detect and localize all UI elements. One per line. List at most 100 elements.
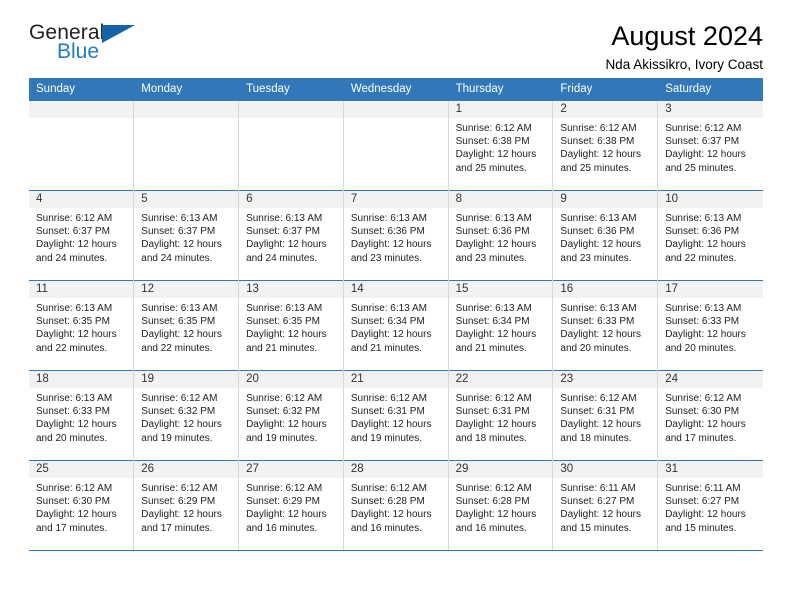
day-number: 26 [134, 461, 239, 478]
day-details: Sunrise: 6:13 AM Sunset: 6:36 PM Daylight:… [344, 208, 448, 265]
calendar-day-cell[interactable]: 25 Sunrise: 6:12 AM Sunset: 6:30 PM Dayligh… [29, 460, 135, 551]
sunrise-text: Sunrise: 6:12 AM [350, 393, 427, 404]
sunrise-text: Sunrise: 6:13 AM [665, 303, 742, 314]
calendar-day-cell[interactable]: 12 Sunrise: 6:13 AM Sunset: 6:35 PM Dayligh… [133, 280, 240, 371]
sunset-text: Sunset: 6:35 PM [141, 316, 216, 328]
calendar-day-cell[interactable]: 14 Sunrise: 6:13 AM Sunset: 6:34 PM Dayligh… [343, 280, 449, 371]
calendar-day-cell[interactable]: 17 Sunrise: 6:13 AM Sunset: 6:33 PM Dayligh… [657, 280, 763, 371]
calendar-day-cell[interactable]: 9 Sunrise: 6:13 AM Sunset: 6:36 PM Daylight… [552, 190, 659, 281]
day-details: Sunrise: 6:13 AM Sunset: 6:35 PM Daylight:… [134, 298, 238, 355]
calendar-day-cell[interactable]: 4 Sunrise: 6:12 AM Sunset: 6:37 PM Daylight… [29, 190, 135, 281]
sunset-text: Sunset: 6:31 PM [560, 406, 635, 418]
calendar-day-cell[interactable]: 30 Sunrise: 6:11 AM Sunset: 6:27 PM Dayligh… [552, 460, 659, 551]
calendar-day-cell[interactable]: 15 Sunrise: 6:13 AM Sunset: 6:34 PM Dayligh… [448, 280, 554, 371]
sunset-text: Sunset: 6:36 PM [665, 226, 740, 238]
calendar-day-cell[interactable]: 21 Sunrise: 6:12 AM Sunset: 6:31 PM Dayligh… [343, 370, 449, 461]
daylight-text: Daylight: 12 hours and 24 minutes. [36, 239, 117, 264]
day-number: 13 [239, 281, 343, 298]
calendar-day-cell[interactable]: 6 Sunrise: 6:13 AM Sunset: 6:37 PM Daylight… [238, 190, 344, 281]
sunrise-text: Sunrise: 6:12 AM [455, 483, 532, 494]
sunset-text: Sunset: 6:35 PM [246, 316, 320, 328]
daylight-text: Daylight: 12 hours and 15 minutes. [665, 509, 746, 534]
calendar-day-cell[interactable]: 22 Sunrise: 6:12 AM Sunset: 6:31 PM Dayligh… [448, 370, 554, 461]
calendar-day-cell[interactable]: 1 Sunrise: 6:12 AM Sunset: 6:38 PM Daylight… [448, 100, 554, 191]
day-number: 7 [343, 191, 448, 208]
calendar-day-cell[interactable]: 19 Sunrise: 6:12 AM Sunset: 6:32 PM Dayligh… [133, 370, 240, 461]
calendar-day-cell[interactable]: 3 Sunrise: 6:12 AM Sunset: 6:37 PM Daylight… [657, 100, 763, 191]
day-details: Sunrise: 6:12 AM Sunset: 6:32 PM Daylight:… [239, 388, 343, 445]
calendar-day-cell[interactable]: 28 Sunrise: 6:12 AM Sunset: 6:28 PM Dayligh… [343, 460, 449, 551]
calendar-day-cell[interactable]: 26 Sunrise: 6:12 AM Sunset: 6:29 PM Dayligh… [133, 460, 240, 551]
sunrise-text: Sunrise: 6:12 AM [560, 123, 637, 134]
sunset-text: Sunset: 6:30 PM [36, 496, 110, 508]
daylight-text: Daylight: 12 hours and 23 minutes. [560, 239, 642, 264]
daylight-text: Daylight: 12 hours and 17 minutes. [665, 419, 746, 444]
sunset-text: Sunset: 6:34 PM [350, 316, 425, 328]
day-details: Sunrise: 6:12 AM Sunset: 6:28 PM Daylight:… [344, 478, 448, 535]
daylight-text: Daylight: 12 hours and 22 minutes. [141, 329, 222, 354]
sunrise-text: Sunrise: 6:12 AM [36, 213, 113, 224]
daylight-text: Daylight: 12 hours and 22 minutes. [665, 239, 746, 264]
calendar-day-cell[interactable]: 31 Sunrise: 6:11 AM Sunset: 6:27 PM Dayligh… [657, 460, 763, 551]
day-details: Sunrise: 6:13 AM Sunset: 6:33 PM Daylight:… [29, 388, 133, 445]
day-number: 2 [553, 101, 658, 118]
calendar-day-cell[interactable]: 2 Sunrise: 6:12 AM Sunset: 6:38 PM Daylight… [552, 100, 659, 191]
sunrise-text: Sunrise: 6:13 AM [560, 213, 637, 224]
day-number [239, 101, 343, 118]
day-number: 27 [239, 461, 343, 478]
weekday-header-tuesday: Tuesday [238, 78, 344, 101]
day-details: Sunrise: 6:12 AM Sunset: 6:28 PM Daylight:… [449, 478, 553, 535]
daylight-text: Daylight: 12 hours and 19 minutes. [246, 419, 327, 444]
calendar-week-row: 1 Sunrise: 6:12 AM Sunset: 6:38 PM Daylight… [29, 100, 763, 191]
day-details: Sunrise: 6:12 AM Sunset: 6:37 PM Daylight:… [658, 118, 762, 175]
calendar-day-cell[interactable]: 16 Sunrise: 6:13 AM Sunset: 6:33 PM Dayligh… [552, 280, 659, 371]
daylight-text: Daylight: 12 hours and 19 minutes. [141, 419, 222, 444]
weekday-header-sunday: Sunday [29, 78, 135, 101]
sunset-text: Sunset: 6:29 PM [141, 496, 216, 508]
day-number: 14 [343, 281, 448, 298]
sunrise-text: Sunrise: 6:12 AM [246, 393, 323, 404]
sunset-text: Sunset: 6:28 PM [455, 496, 530, 508]
day-number: 9 [553, 191, 658, 208]
calendar-day-cell[interactable]: 10 Sunrise: 6:13 AM Sunset: 6:36 PM Dayligh… [657, 190, 763, 281]
daylight-text: Daylight: 12 hours and 16 minutes. [246, 509, 327, 534]
brand-logo[interactable]: General Blue [29, 22, 139, 68]
day-number: 22 [448, 371, 553, 388]
daylight-text: Daylight: 12 hours and 21 minutes. [246, 329, 327, 354]
calendar-day-cell[interactable]: 13 Sunrise: 6:13 AM Sunset: 6:35 PM Dayligh… [238, 280, 344, 371]
calendar-day-cell[interactable]: 7 Sunrise: 6:13 AM Sunset: 6:36 PM Daylight… [343, 190, 449, 281]
sunset-text: Sunset: 6:30 PM [665, 406, 740, 418]
sunrise-text: Sunrise: 6:13 AM [560, 303, 637, 314]
calendar-day-cell[interactable]: 24 Sunrise: 6:12 AM Sunset: 6:30 PM Dayligh… [657, 370, 763, 461]
daylight-text: Daylight: 12 hours and 20 minutes. [665, 329, 746, 354]
day-number: 20 [239, 371, 343, 388]
weekday-header-friday: Friday [552, 78, 659, 101]
sunrise-text: Sunrise: 6:13 AM [246, 303, 323, 314]
calendar-day-cell[interactable]: 27 Sunrise: 6:12 AM Sunset: 6:29 PM Dayligh… [238, 460, 344, 551]
daylight-text: Daylight: 12 hours and 22 minutes. [36, 329, 117, 354]
sunrise-text: Sunrise: 6:13 AM [350, 303, 427, 314]
day-details: Sunrise: 6:13 AM Sunset: 6:35 PM Daylight:… [239, 298, 343, 355]
day-number: 11 [29, 281, 134, 298]
page-title: August 2024 [611, 21, 763, 51]
daylight-text: Daylight: 12 hours and 16 minutes. [350, 509, 432, 534]
calendar-day-cell[interactable]: 5 Sunrise: 6:13 AM Sunset: 6:37 PM Daylight… [133, 190, 240, 281]
sunset-text: Sunset: 6:35 PM [36, 316, 110, 328]
daylight-text: Daylight: 12 hours and 25 minutes. [665, 149, 746, 174]
sunset-text: Sunset: 6:38 PM [560, 136, 635, 148]
sunrise-text: Sunrise: 6:13 AM [350, 213, 427, 224]
calendar-day-cell[interactable]: 18 Sunrise: 6:13 AM Sunset: 6:33 PM Dayligh… [29, 370, 135, 461]
daylight-text: Daylight: 12 hours and 21 minutes. [455, 329, 537, 354]
weekday-header-saturday: Saturday [657, 78, 763, 101]
calendar-day-cell[interactable]: 11 Sunrise: 6:13 AM Sunset: 6:35 PM Dayligh… [29, 280, 135, 371]
day-number: 12 [134, 281, 239, 298]
calendar-day-cell[interactable]: 23 Sunrise: 6:12 AM Sunset: 6:31 PM Dayligh… [552, 370, 659, 461]
calendar-day-cell[interactable]: 29 Sunrise: 6:12 AM Sunset: 6:28 PM Dayligh… [448, 460, 554, 551]
calendar-day-cell[interactable]: 20 Sunrise: 6:12 AM Sunset: 6:32 PM Dayligh… [238, 370, 344, 461]
day-number [134, 101, 239, 118]
daylight-text: Daylight: 12 hours and 17 minutes. [141, 509, 222, 534]
weekday-header-thursday: Thursday [448, 78, 554, 101]
daylight-text: Daylight: 12 hours and 23 minutes. [350, 239, 432, 264]
calendar-day-cell[interactable]: 8 Sunrise: 6:13 AM Sunset: 6:36 PM Daylight… [448, 190, 554, 281]
day-number: 23 [553, 371, 658, 388]
